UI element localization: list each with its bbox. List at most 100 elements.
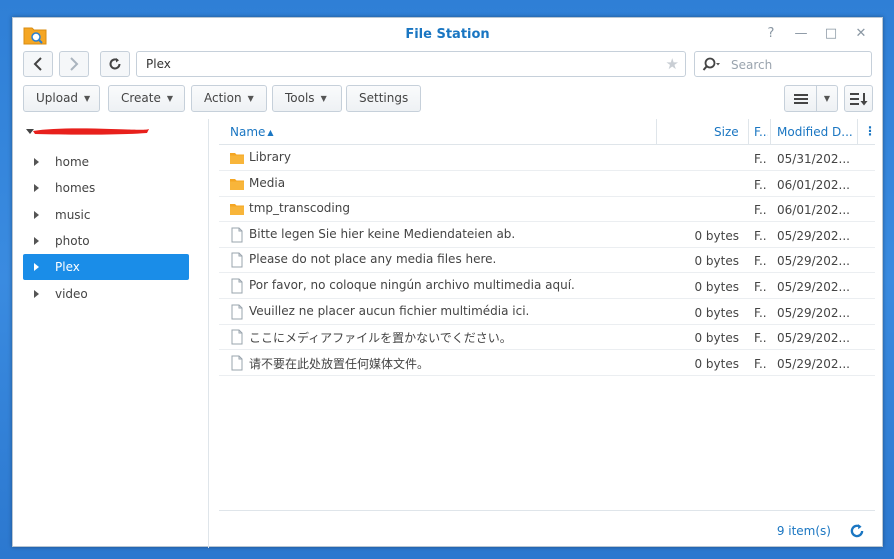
file-icon <box>229 304 245 320</box>
file-name: Bitte legen Sie hier keine Mediendateien… <box>249 226 516 241</box>
search-icon[interactable] <box>702 57 720 73</box>
column-divider[interactable] <box>857 119 858 144</box>
file-size: 0 bytes <box>694 254 739 269</box>
tree-item-music[interactable]: music <box>23 202 189 228</box>
action-button[interactable]: Action ▼ <box>191 85 267 112</box>
file-row[interactable]: tmp_transcoding F... 06/01/202... <box>219 196 875 223</box>
tree-item-photo[interactable]: photo <box>23 228 189 254</box>
file-icon <box>229 227 245 243</box>
file-name: ここにメディアファイルを置かないでください。 <box>249 331 512 346</box>
chevron-left-icon <box>33 57 42 71</box>
path-text: Plex <box>146 57 171 71</box>
expand-arrow-icon[interactable] <box>34 184 39 192</box>
file-row[interactable]: Bitte legen Sie hier keine Mediendateien… <box>219 222 875 248</box>
sort-button[interactable] <box>844 85 873 112</box>
tools-button[interactable]: Tools ▼ <box>272 85 342 112</box>
file-row[interactable]: Media F... 06/01/202... <box>219 171 875 197</box>
caret-down-icon: ▼ <box>823 94 831 103</box>
file-station-window: File Station ? — □ ✕ Plex ★ Upload ▼ <box>12 17 883 548</box>
file-size: 0 bytes <box>694 356 739 371</box>
expand-arrow-icon[interactable] <box>34 211 39 219</box>
file-modified: 05/29/202... <box>777 356 850 371</box>
chevron-right-icon <box>70 57 79 71</box>
file-name: Veuillez ne placer aucun fichier multimé… <box>249 303 530 318</box>
sort-ascending-icon: ▲ <box>267 128 274 137</box>
file-modified: 06/01/202... <box>777 203 850 218</box>
list-view-button[interactable] <box>784 85 817 112</box>
search-box[interactable] <box>694 51 872 77</box>
column-divider[interactable] <box>748 119 749 144</box>
file-modified: 05/31/202... <box>777 152 850 166</box>
refresh-button[interactable] <box>100 51 130 77</box>
maximize-icon[interactable]: □ <box>822 25 840 43</box>
column-divider[interactable] <box>656 119 657 144</box>
file-icon <box>229 355 245 371</box>
file-modified: 05/29/202... <box>777 228 850 243</box>
file-icon <box>229 278 245 294</box>
file-row[interactable]: Please do not place any media files here… <box>219 247 875 274</box>
tree-item-plex[interactable]: Plex <box>23 254 189 280</box>
star-icon[interactable]: ★ <box>666 56 679 72</box>
toolbar: Upload ▼ Create ▼ Action ▼ Tools ▼ Settings … <box>23 85 873 112</box>
upload-label: Upload <box>36 91 79 105</box>
file-list-header: Name▲ Size F... Modified D... ⋮ <box>219 119 876 145</box>
path-field[interactable]: Plex ★ <box>136 51 686 77</box>
close-icon[interactable]: ✕ <box>852 25 870 43</box>
column-name[interactable]: Name ▲ <box>230 125 274 139</box>
minimize-icon[interactable]: — <box>792 25 810 43</box>
file-name: Media <box>249 175 286 190</box>
file-modified: 05/29/202... <box>777 254 850 269</box>
column-name-label: Name <box>230 125 266 139</box>
file-row[interactable]: Por favor, no coloque ningún archivo mul… <box>219 273 875 299</box>
expand-arrow-icon[interactable] <box>34 290 39 298</box>
create-button[interactable]: Create ▼ <box>108 85 185 112</box>
search-input[interactable] <box>731 55 867 74</box>
expand-arrow-icon[interactable] <box>34 237 39 245</box>
redaction-scribble <box>33 128 149 135</box>
column-modified[interactable]: Modified D... <box>777 125 859 139</box>
file-list-panel: Name▲ Size F... Modified D... ⋮ Library F… <box>219 119 876 548</box>
settings-button[interactable]: Settings <box>346 85 421 112</box>
column-type[interactable]: F... <box>754 125 768 139</box>
caret-down-icon: ▼ <box>320 94 327 103</box>
file-name: tmp_transcoding <box>249 201 350 216</box>
item-count: 9 item(s) <box>776 524 831 538</box>
tree-item-label: Plex <box>55 260 80 274</box>
tree-item-label: music <box>55 208 91 222</box>
tree-item-home[interactable]: home <box>23 149 189 175</box>
back-button[interactable] <box>23 51 53 77</box>
file-modified: 05/29/202... <box>777 305 850 320</box>
file-size: 0 bytes <box>694 305 739 320</box>
file-size: 0 bytes <box>694 228 739 243</box>
tree-item-homes[interactable]: homes <box>23 175 189 201</box>
expand-arrow-icon[interactable] <box>34 263 39 271</box>
help-icon[interactable]: ? <box>762 25 780 43</box>
tree-root-node[interactable] <box>25 123 195 145</box>
file-type: F... <box>754 177 766 192</box>
action-label: Action <box>204 91 242 105</box>
file-modified: 05/29/202... <box>777 280 850 294</box>
column-divider[interactable] <box>770 119 771 144</box>
tree-item-label: homes <box>55 181 96 195</box>
column-size[interactable]: Size <box>714 125 739 139</box>
caret-down-icon: ▼ <box>166 94 174 103</box>
file-icon <box>229 252 245 268</box>
refresh-icon[interactable] <box>849 523 865 539</box>
column-options-icon[interactable]: ⋮ <box>864 124 876 138</box>
title-bar[interactable]: File Station ? — □ ✕ <box>13 18 882 50</box>
expand-arrow-icon[interactable] <box>34 158 39 166</box>
upload-button[interactable]: Upload ▼ <box>23 85 100 112</box>
file-name: Library <box>249 150 291 164</box>
forward-button[interactable] <box>59 51 89 77</box>
refresh-icon <box>109 58 121 70</box>
file-row[interactable]: Veuillez ne placer aucun fichier multimé… <box>219 299 875 325</box>
file-row[interactable]: ここにメディアファイルを置かないでください。 0 bytes F... 05/29/2… <box>219 324 875 351</box>
file-type: F... <box>754 254 766 269</box>
file-row[interactable]: 请不要在此处放置任何媒体文件。 0 bytes F... 05/29/202... <box>219 350 875 376</box>
file-row[interactable]: Library F... 05/31/202... <box>219 145 875 171</box>
folder-icon <box>229 150 245 166</box>
tree-item-video[interactable]: video <box>23 281 189 307</box>
list-view-icon <box>793 93 808 104</box>
view-mode-dropdown[interactable]: ▼ <box>817 85 838 112</box>
settings-label: Settings <box>359 91 409 105</box>
